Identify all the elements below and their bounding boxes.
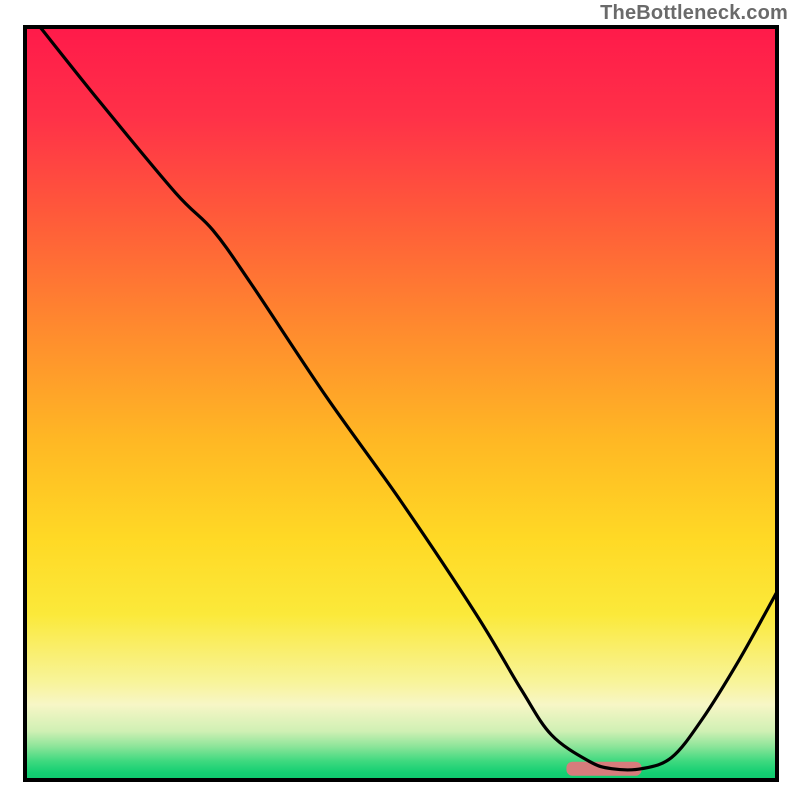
- chart-background-gradient: [25, 27, 777, 780]
- attribution-label: TheBottleneck.com: [600, 2, 788, 25]
- chart-container: TheBottleneck.com: [0, 0, 800, 800]
- bottleneck-chart: [0, 0, 800, 800]
